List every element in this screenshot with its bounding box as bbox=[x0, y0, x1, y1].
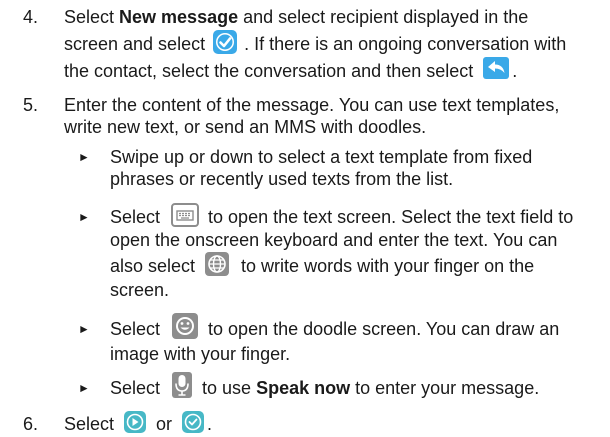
speak-now-label: Speak now bbox=[256, 378, 351, 398]
bullet-3-line-2: image with your finger. bbox=[110, 344, 291, 364]
microphone-icon bbox=[171, 371, 193, 399]
step-number: 6. bbox=[23, 414, 39, 434]
send-arrow-icon bbox=[123, 410, 147, 434]
step-5-line-2: write new text, or send an MMS with dood… bbox=[64, 117, 427, 137]
bullet-marker: ► bbox=[78, 322, 90, 336]
bullet-marker: ► bbox=[78, 381, 90, 395]
bullet-1-line-2: phrases or recently used texts from the … bbox=[110, 169, 454, 189]
bullet-2-line-4: screen. bbox=[110, 280, 170, 300]
new-message-label: New message bbox=[119, 7, 239, 27]
step-6-line-1: Select or . bbox=[64, 410, 212, 435]
bullet-2-line-2: open the onscreen keyboard and enter the… bbox=[110, 230, 558, 250]
step-4-line-1: Select New message and select recipient … bbox=[64, 7, 529, 27]
bullet-2-line-3: also select to write words with your fin… bbox=[110, 252, 534, 277]
reply-arrow-icon bbox=[482, 56, 510, 80]
bullet-marker: ► bbox=[78, 210, 90, 224]
step-number: 5. bbox=[23, 95, 39, 115]
bullet-1-line-1: Swipe up or down to select a text templa… bbox=[110, 147, 533, 167]
bullet-3-line-1: Select to open the doodle screen. You ca… bbox=[110, 313, 559, 340]
step-number: 4. bbox=[23, 7, 39, 27]
globe-icon bbox=[204, 251, 230, 277]
bullet-marker: ► bbox=[78, 150, 90, 164]
send-check-icon bbox=[181, 410, 205, 434]
step-5-line-1: Enter the content of the message. You ca… bbox=[64, 95, 560, 115]
checkmark-icon bbox=[212, 29, 238, 55]
step-4-line-3: the contact, select the conversation and… bbox=[64, 57, 517, 82]
bullet-4-line-1: Select to use Speak now to enter your me… bbox=[110, 372, 539, 399]
step-4-line-2: screen and select . If there is an ongoi… bbox=[64, 30, 566, 55]
bullet-2-line-1: Select to open the text screen. Select t… bbox=[110, 203, 573, 228]
keyboard-icon bbox=[171, 203, 200, 228]
smiley-icon bbox=[171, 312, 199, 340]
